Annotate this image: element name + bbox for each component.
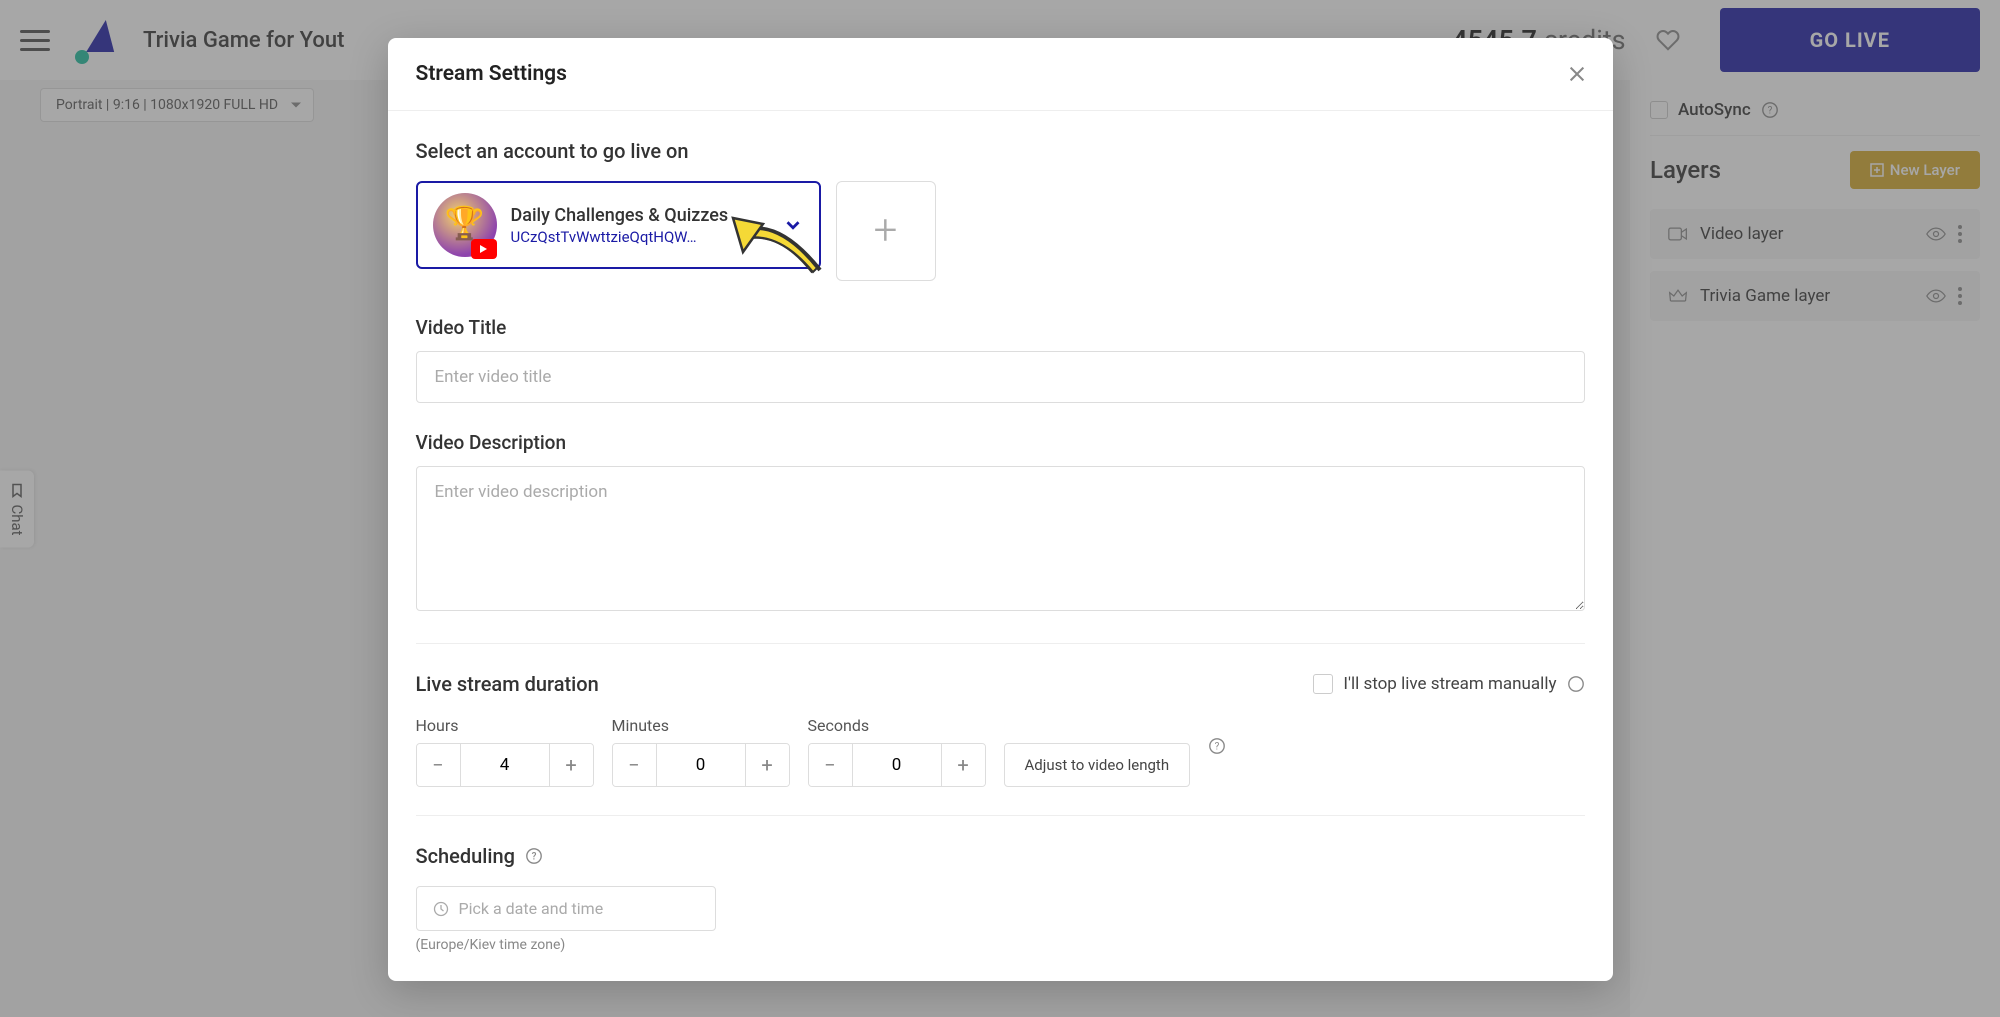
seconds-label: Seconds bbox=[808, 716, 986, 735]
adjust-length-button[interactable]: Adjust to video length bbox=[1004, 743, 1191, 787]
duration-label: Live stream duration bbox=[416, 672, 599, 696]
account-row: Daily Challenges & Quizzes UCzQstTvWwttz… bbox=[416, 181, 1585, 281]
manual-stop-label: I'll stop live stream manually bbox=[1343, 674, 1556, 694]
divider bbox=[416, 815, 1585, 816]
seconds-increment[interactable]: + bbox=[941, 744, 985, 786]
minutes-stepper: − + bbox=[612, 743, 790, 787]
hours-stepper: − + bbox=[416, 743, 594, 787]
video-desc-label: Video Description bbox=[416, 431, 1585, 454]
help-icon[interactable]: ? bbox=[1208, 737, 1226, 755]
timezone-note: (Europe/Kiev time zone) bbox=[416, 937, 1585, 953]
minutes-label: Minutes bbox=[612, 716, 790, 735]
help-icon[interactable]: ? bbox=[525, 847, 543, 865]
date-picker[interactable]: Pick a date and time bbox=[416, 886, 716, 931]
duration-row: Hours − + Minutes − + Seco bbox=[416, 716, 1585, 787]
account-avatar bbox=[433, 193, 497, 257]
scheduling-label: Scheduling ? bbox=[416, 844, 1585, 868]
modal-header: Stream Settings bbox=[388, 38, 1613, 111]
seconds-col: Seconds − + bbox=[808, 716, 986, 787]
help-icon[interactable]: ? bbox=[1567, 675, 1585, 693]
modal-title: Stream Settings bbox=[416, 62, 567, 86]
date-placeholder: Pick a date and time bbox=[459, 899, 604, 918]
manual-stop-checkbox[interactable] bbox=[1313, 674, 1333, 694]
hours-decrement[interactable]: − bbox=[417, 744, 461, 786]
seconds-stepper: − + bbox=[808, 743, 986, 787]
add-account-button[interactable]: + bbox=[836, 181, 936, 281]
svg-text:?: ? bbox=[1215, 741, 1220, 752]
video-title-input[interactable] bbox=[416, 351, 1585, 403]
hours-increment[interactable]: + bbox=[549, 744, 593, 786]
stream-settings-modal: Stream Settings Select an account to go … bbox=[388, 38, 1613, 981]
seconds-decrement[interactable]: − bbox=[809, 744, 853, 786]
account-card[interactable]: Daily Challenges & Quizzes UCzQstTvWwttz… bbox=[416, 181, 821, 269]
seconds-input[interactable] bbox=[853, 744, 941, 786]
svg-text:?: ? bbox=[532, 852, 537, 863]
modal-overlay[interactable]: Stream Settings Select an account to go … bbox=[0, 0, 2000, 1017]
minutes-col: Minutes − + bbox=[612, 716, 790, 787]
duration-header: Live stream duration I'll stop live stre… bbox=[416, 672, 1585, 696]
manual-stop-row: I'll stop live stream manually ? bbox=[1313, 674, 1584, 694]
video-desc-input[interactable] bbox=[416, 466, 1585, 611]
plus-icon: + bbox=[874, 210, 898, 252]
close-icon[interactable] bbox=[1569, 66, 1585, 82]
minutes-input[interactable] bbox=[657, 744, 745, 786]
account-info: Daily Challenges & Quizzes UCzQstTvWwttz… bbox=[511, 205, 768, 246]
account-id: UCzQstTvWwttzieQqtHQW… bbox=[511, 228, 768, 246]
select-account-label: Select an account to go live on bbox=[416, 139, 1585, 163]
video-title-label: Video Title bbox=[416, 316, 1585, 339]
modal-body: Select an account to go live on Daily Ch… bbox=[388, 111, 1613, 981]
video-desc-group: Video Description bbox=[416, 431, 1585, 615]
chevron-down-icon bbox=[782, 214, 804, 236]
video-title-group: Video Title bbox=[416, 316, 1585, 403]
divider bbox=[416, 643, 1585, 644]
minutes-increment[interactable]: + bbox=[745, 744, 789, 786]
hours-input[interactable] bbox=[461, 744, 549, 786]
clock-icon bbox=[433, 901, 449, 917]
account-name: Daily Challenges & Quizzes bbox=[511, 205, 768, 226]
hours-col: Hours − + bbox=[416, 716, 594, 787]
minutes-decrement[interactable]: − bbox=[613, 744, 657, 786]
hours-label: Hours bbox=[416, 716, 594, 735]
youtube-badge-icon bbox=[471, 239, 497, 259]
